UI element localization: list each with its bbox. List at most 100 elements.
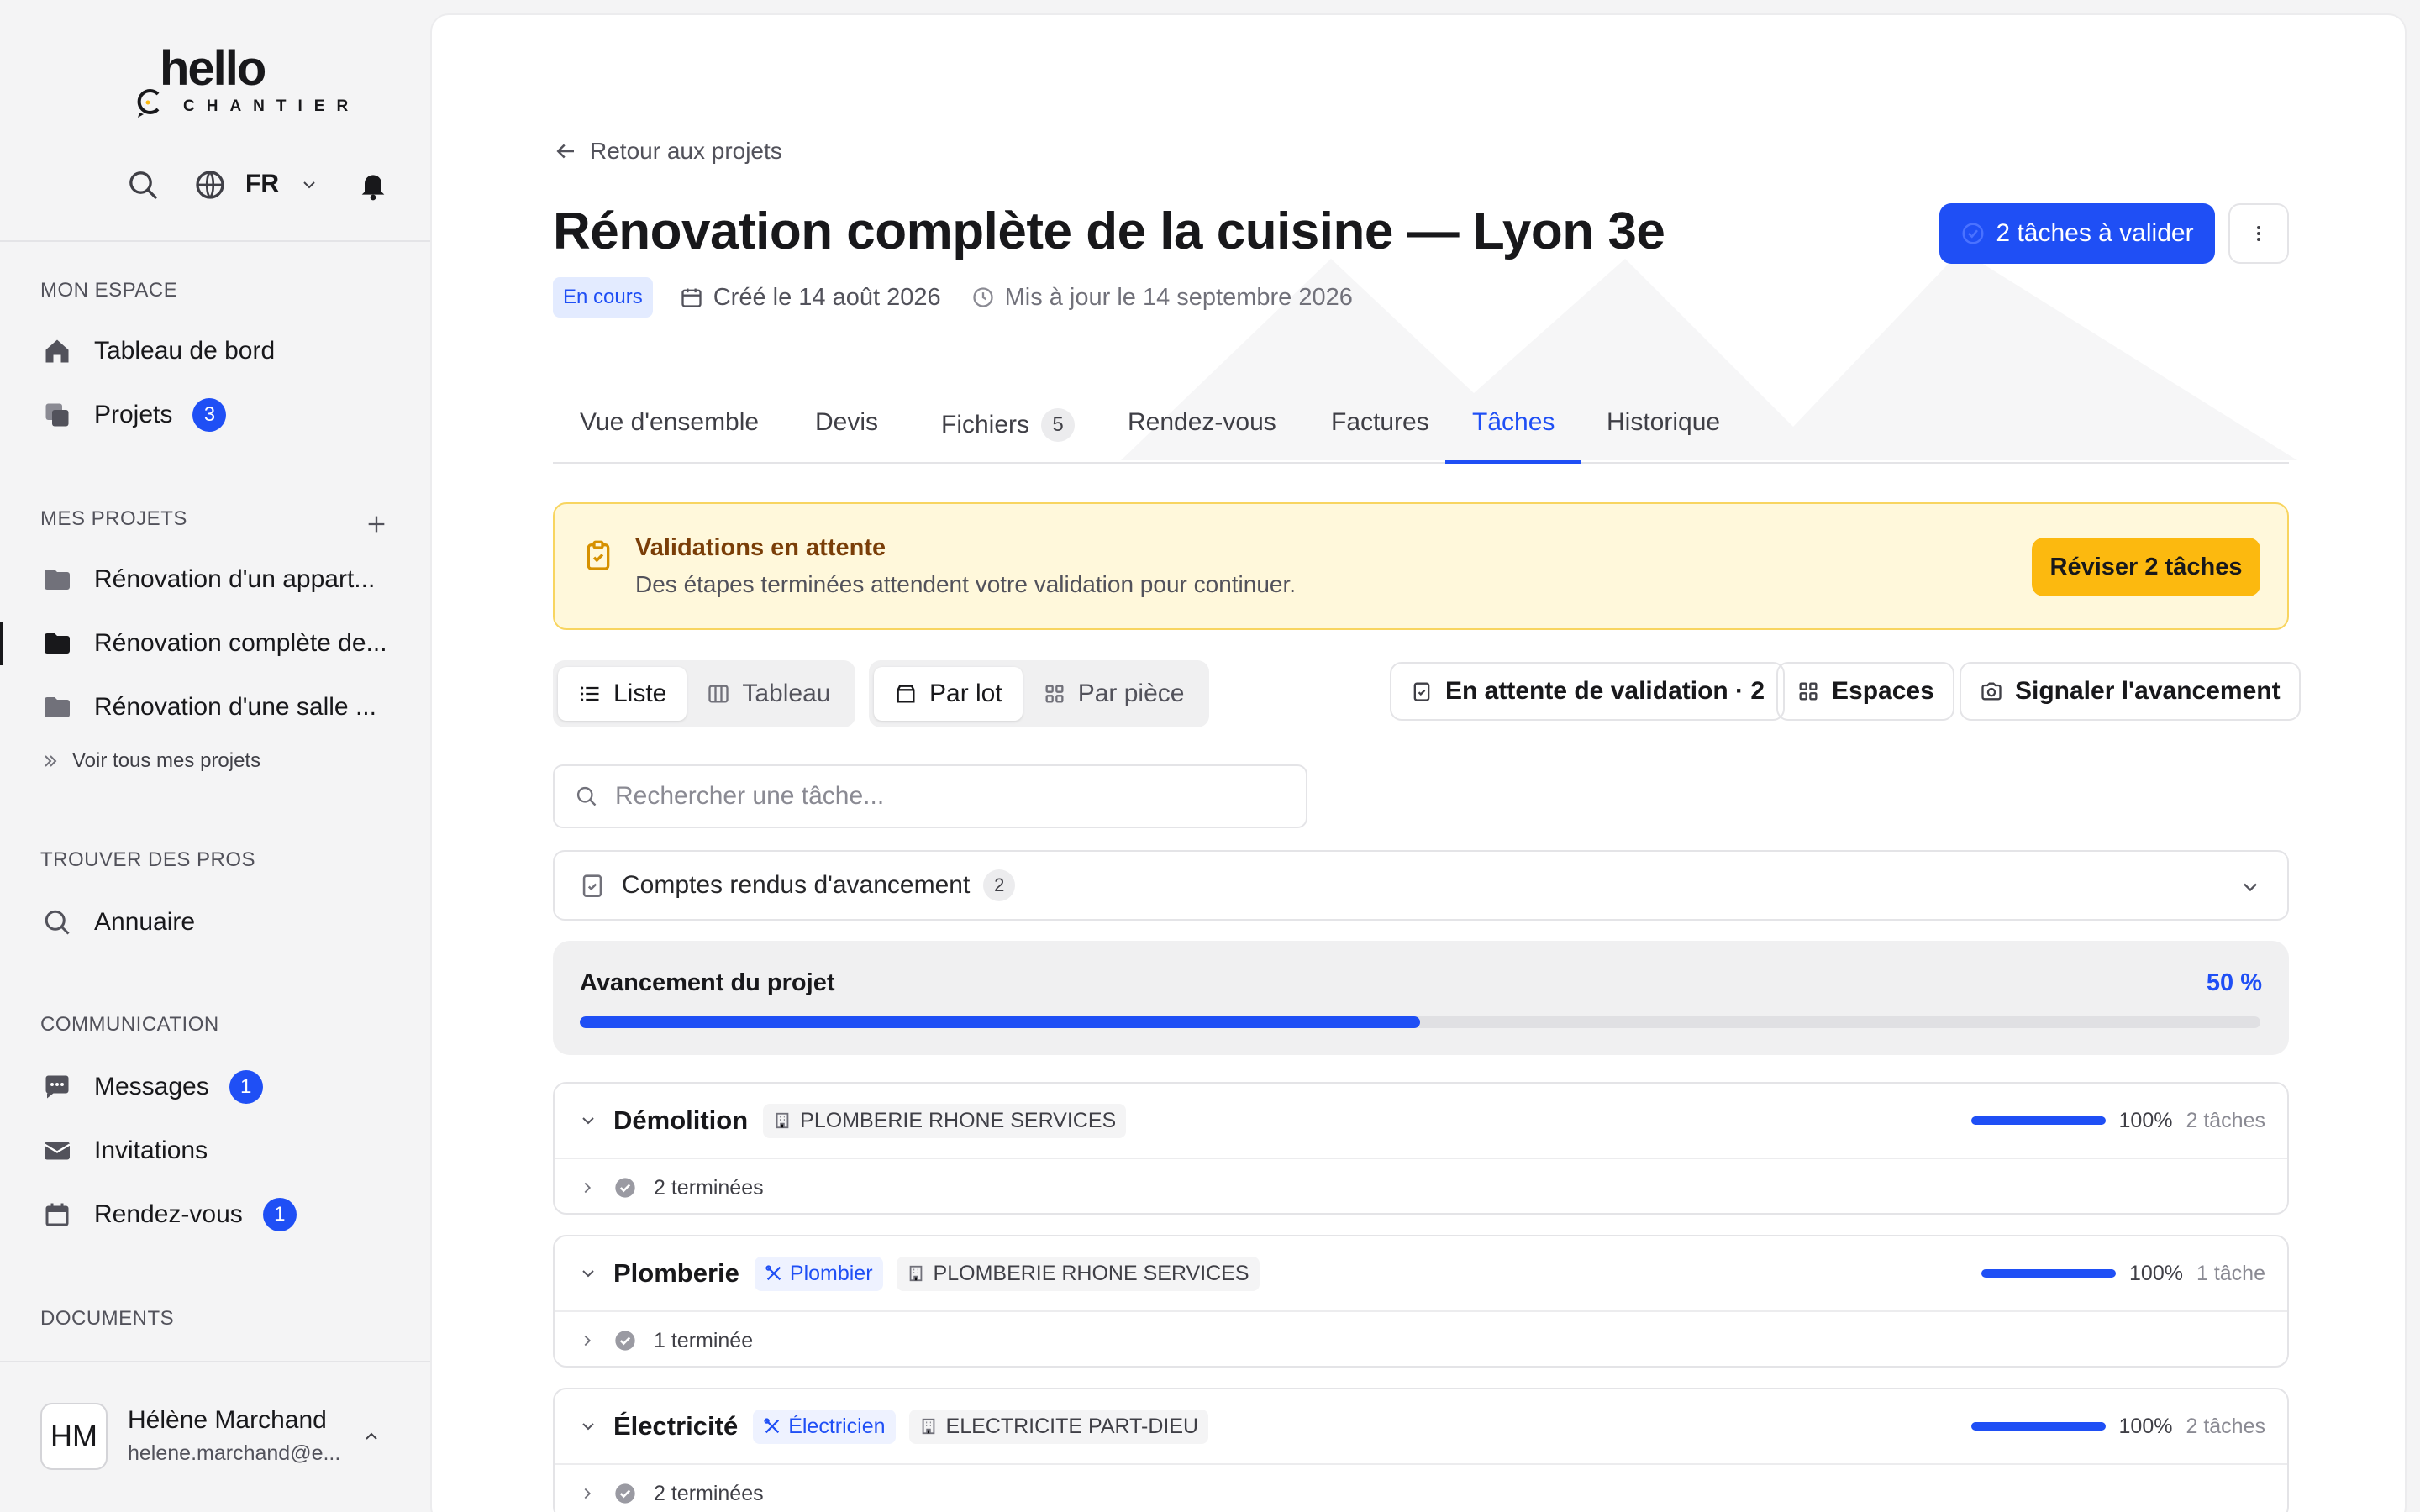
lot-name: Plomberie: [613, 1258, 739, 1288]
tab-appointments[interactable]: Rendez-vous: [1128, 408, 1276, 437]
group-by-lot-button[interactable]: Par lot: [874, 667, 1023, 721]
report-progress-button[interactable]: Signaler l'avancement: [1960, 662, 2301, 721]
search-icon[interactable]: [126, 168, 160, 202]
validate-tasks-button[interactable]: 2 tâches à valider: [1939, 203, 2215, 264]
chevron-down-icon[interactable]: [299, 175, 319, 195]
mail-icon: [40, 1134, 74, 1168]
pending-validation-label: En attente de validation · 2: [1445, 677, 1765, 705]
globe-icon[interactable]: [193, 168, 227, 202]
sidebar-divider: [0, 1361, 430, 1362]
lot-progress-fill: [1981, 1269, 2117, 1278]
bell-icon[interactable]: [356, 168, 390, 202]
lot-card: Électricité Électricien ELECTRICITE PART…: [553, 1388, 2289, 1512]
pending-validation-filter-button[interactable]: En attente de validation · 2: [1390, 662, 1786, 721]
alert-title: Validations en attente: [635, 534, 886, 561]
sidebar-item-invitations[interactable]: Invitations: [40, 1127, 402, 1174]
progress-reports-label: Comptes rendus d'avancement: [622, 871, 971, 899]
lot-name: Électricité: [613, 1411, 739, 1441]
board-columns-icon: [708, 685, 729, 703]
building-icon: [909, 1265, 922, 1282]
trade-label: Plombier: [789, 1261, 873, 1285]
tab-tasks[interactable]: Tâches: [1472, 408, 1555, 437]
chevron-down-icon: [582, 1270, 594, 1278]
sidebar-item-label: Invitations: [94, 1137, 208, 1164]
group-by-room-button[interactable]: Par pièce: [1023, 667, 1205, 721]
lot-card: Démolition PLOMBERIE RHONE SERVICES 100%…: [553, 1082, 2289, 1215]
sidebar-item-messages[interactable]: Messages 1: [40, 1063, 402, 1110]
language-selector[interactable]: FR: [245, 170, 279, 198]
view-list-label: Liste: [613, 680, 667, 707]
lot-task-count: 2 tâches: [2186, 1108, 2265, 1132]
see-all-projects-label: Voir tous mes projets: [72, 749, 261, 772]
tab-invoices[interactable]: Factures: [1331, 408, 1429, 437]
sidebar-item-directory[interactable]: Annuaire: [40, 899, 402, 946]
user-menu[interactable]: HM Hélène Marchand helene.marchand@e...: [40, 1403, 393, 1473]
chevron-right-icon: [584, 1182, 592, 1194]
more-actions-button[interactable]: [2228, 203, 2289, 264]
view-board-button[interactable]: Tableau: [687, 667, 850, 721]
created-date: Créé le 14 août 2026: [680, 284, 941, 312]
completed-tasks-label: 2 terminées: [654, 1481, 764, 1505]
sidebar: hello CHANTIER FR MON ESPACE Tableau de …: [0, 0, 430, 1512]
page-title: Rénovation complète de la cuisine — Lyon…: [553, 202, 1665, 260]
completed-tasks-row[interactable]: 2 terminées: [555, 1158, 2287, 1213]
completed-tasks-row[interactable]: 1 terminée: [555, 1310, 2287, 1366]
project-meta: En cours Créé le 14 août 2026 Mis à jour…: [553, 277, 1383, 318]
chevron-down-icon: [2244, 883, 2257, 892]
group-toggle: Par lot Par pièce: [869, 660, 1210, 727]
company-tag: PLOMBERIE RHONE SERVICES: [763, 1103, 1127, 1138]
report-progress-label: Signaler l'avancement: [2015, 677, 2281, 705]
home-icon: [40, 334, 74, 368]
calendar-icon: [40, 1198, 74, 1231]
task-search: [553, 764, 1307, 828]
avatar: HM: [40, 1403, 108, 1470]
sidebar-item-label: Projets: [94, 401, 173, 428]
task-search-input[interactable]: [615, 782, 1254, 811]
see-all-projects-link[interactable]: Voir tous mes projets: [40, 749, 260, 773]
hellochantier-logo[interactable]: hello CHANTIER: [134, 40, 348, 124]
lot-task-count: 2 tâches: [2186, 1414, 2265, 1438]
chevron-down-icon: [582, 1423, 594, 1431]
lot-header[interactable]: Plomberie Plombier PLOMBERIE RHONE SERVI…: [555, 1236, 2287, 1310]
tab-files[interactable]: Fichiers 5: [941, 408, 1076, 442]
sidebar-project-3[interactable]: Rénovation d'une salle ...: [40, 684, 402, 731]
lot-percent: 100%: [2118, 1414, 2173, 1438]
project-tabs: Vue d'ensemble Devis Fichiers 5 Rendez-v…: [553, 385, 2289, 464]
sidebar-project-label: Rénovation complète de...: [94, 629, 387, 657]
lot-progress-track: [1981, 1269, 2117, 1278]
sidebar-project-label: Rénovation d'une salle ...: [94, 693, 376, 721]
sidebar-item-appointments[interactable]: Rendez-vous 1: [40, 1191, 402, 1238]
active-tab-underline: [1445, 460, 1581, 464]
tab-overview[interactable]: Vue d'ensemble: [580, 408, 759, 437]
sidebar-item-label: Rendez-vous: [94, 1200, 243, 1228]
tab-history[interactable]: Historique: [1607, 408, 1720, 437]
add-project-icon[interactable]: [365, 512, 388, 536]
sidebar-item-projects[interactable]: Projets 3: [40, 391, 402, 438]
project-progress-value: 50 %: [2206, 969, 2262, 996]
lot-progress: 100% 1 tâche: [1981, 1236, 2265, 1310]
lot-header[interactable]: Démolition PLOMBERIE RHONE SERVICES 100%…: [555, 1084, 2287, 1158]
company-name: PLOMBERIE RHONE SERVICES: [933, 1261, 1249, 1285]
folder-open-icon: [40, 627, 74, 660]
lot-progress-fill: [1970, 1116, 2106, 1125]
completed-tasks-row[interactable]: 2 terminées: [555, 1463, 2287, 1512]
tools-icon: [765, 1265, 781, 1281]
review-tasks-button[interactable]: Réviser 2 tâches: [2032, 538, 2260, 596]
lot-name: Démolition: [613, 1105, 749, 1135]
sidebar-project-1[interactable]: Rénovation d'un appart...: [40, 556, 402, 603]
spaces-button[interactable]: Espaces: [1776, 662, 1954, 721]
sidebar-divider: [0, 240, 430, 242]
lot-header[interactable]: Électricité Électricien ELECTRICITE PART…: [555, 1389, 2287, 1463]
tab-quotes[interactable]: Devis: [815, 408, 878, 437]
view-list-button[interactable]: Liste: [558, 667, 687, 721]
back-to-projects-link[interactable]: Retour aux projets: [553, 138, 782, 165]
progress-reports-accordion[interactable]: Comptes rendus d'avancement 2: [553, 850, 2289, 921]
group-by-lot-label: Par lot: [929, 680, 1002, 707]
trade-tag: Électricien: [753, 1409, 896, 1444]
company-tag: ELECTRICITE PART-DIEU: [908, 1409, 1209, 1444]
building-icon: [922, 1418, 934, 1435]
sidebar-item-dashboard[interactable]: Tableau de bord: [40, 328, 402, 375]
grid-icon: [1045, 685, 1064, 703]
chevron-up-icon: [366, 1432, 377, 1440]
sidebar-project-2[interactable]: Rénovation complète de...: [40, 620, 402, 667]
